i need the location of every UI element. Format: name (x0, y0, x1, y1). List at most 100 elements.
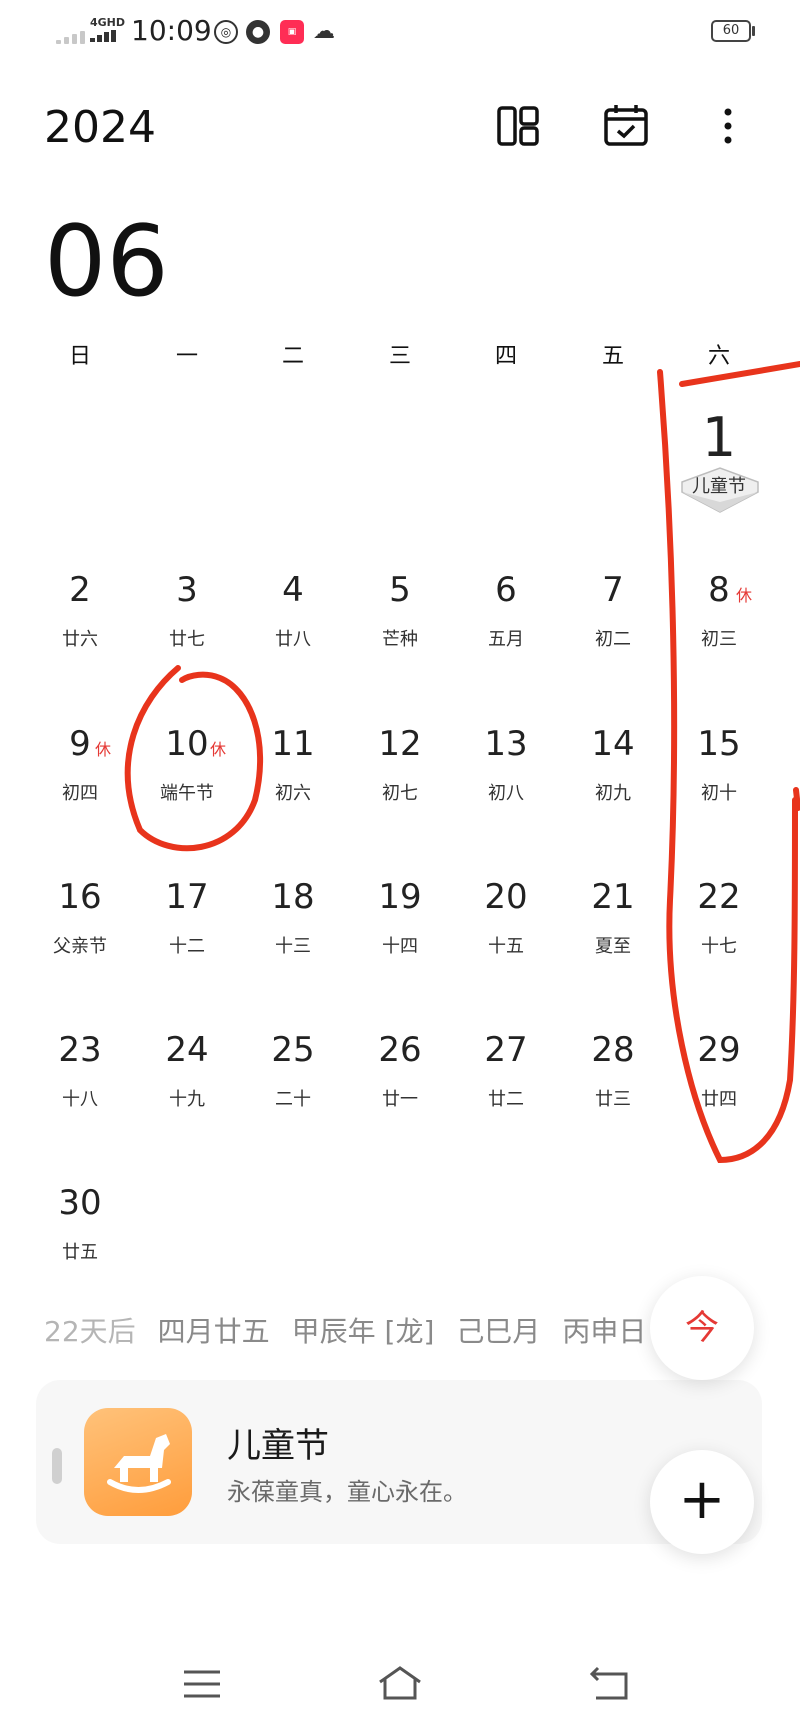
event-title: 儿童节 (227, 1426, 329, 1466)
day-number: 30 (58, 1183, 102, 1223)
day-cell-2[interactable]: 2 廿六 (27, 570, 133, 722)
day-number: 20 (484, 877, 528, 917)
day-cell-6[interactable]: 6 五月 (453, 570, 559, 722)
day-lunar: 初三 (701, 629, 737, 650)
rest-badge: 休 (95, 740, 112, 759)
day-cell-11[interactable]: 11 初六 (240, 724, 346, 876)
day-cell-22[interactable]: 22 十七 (666, 877, 772, 1029)
day-lunar: 父亲节 (53, 936, 107, 957)
countdown-text: 22天后 (44, 1315, 136, 1348)
day-lunar: 五月 (488, 629, 524, 650)
day-cell-28[interactable]: 28 廿三 (560, 1030, 666, 1182)
day-number: 1 (701, 406, 737, 469)
day-lunar: 初八 (488, 783, 524, 804)
month-title: 06 (44, 205, 169, 319)
add-event-button[interactable]: + (650, 1450, 754, 1554)
day-number: 8 (708, 570, 730, 610)
battery-tip (752, 26, 755, 36)
day-cell-20[interactable]: 20 十五 (453, 877, 559, 1029)
day-number: 29 (697, 1030, 741, 1070)
event-description: 永葆童真，童心永在。 (227, 1478, 467, 1506)
weekday-sat: 六 (707, 344, 730, 369)
day-cell-16[interactable]: 16 父亲节 (27, 877, 133, 1029)
day-cell-29[interactable]: 29 廿四 (666, 1030, 772, 1182)
day-lunar: 夏至 (595, 936, 631, 957)
day-cell-24[interactable]: 24 十九 (134, 1030, 240, 1182)
day-number: 9 (69, 724, 91, 764)
day-cell-26[interactable]: 26 廿一 (347, 1030, 453, 1182)
day-cell-9[interactable]: 9 休 初四 (27, 724, 133, 876)
day-cell-3[interactable]: 3 廿七 (134, 570, 240, 722)
annotation-right-mark (793, 787, 800, 811)
day-lunar: 十三 (275, 936, 311, 957)
day-cell-18[interactable]: 18 十三 (240, 877, 346, 1029)
day-lunar: 十四 (382, 936, 418, 957)
day-cell-1[interactable]: 1 儿童节 (666, 406, 772, 560)
day-lunar: 廿一 (382, 1089, 418, 1110)
calendar-check-icon[interactable] (602, 102, 650, 150)
day-cell-12[interactable]: 12 初七 (347, 724, 453, 876)
menu-icon[interactable] (178, 1660, 226, 1708)
day-number: 24 (165, 1030, 209, 1070)
day-cell-15[interactable]: 15 初十 (666, 724, 772, 876)
weekday-tue: 二 (281, 344, 304, 369)
day-lunar: 廿二 (488, 1089, 524, 1110)
ganzhi-day-text: 丙申日 (562, 1315, 647, 1348)
day-lunar: 初四 (62, 783, 98, 804)
day-lunar: 初九 (595, 783, 631, 804)
day-number: 15 (697, 724, 741, 764)
day-number: 28 (591, 1030, 635, 1070)
day-number: 23 (58, 1030, 102, 1070)
app-icon-3: ▣ (280, 20, 304, 44)
ganzhi-month-text: 己巳月 (456, 1315, 541, 1348)
day-cell-14[interactable]: 14 初九 (560, 724, 666, 876)
back-icon[interactable] (586, 1660, 634, 1708)
date-info-line: 22天后 四月廿五 甲辰年 [龙] 己巳月 丙申日 (44, 1310, 646, 1350)
day-number: 12 (378, 724, 422, 764)
network-label: 4GHD (90, 16, 126, 29)
day-lunar: 廿六 (62, 629, 98, 650)
status-time: 10:09 (131, 14, 212, 47)
day-number: 5 (389, 570, 411, 610)
day-number: 14 (591, 724, 635, 764)
home-icon[interactable] (376, 1660, 424, 1708)
day-number: 26 (378, 1030, 422, 1070)
lunar-date-text: 四月廿五 (157, 1315, 270, 1348)
weekday-thu: 四 (494, 344, 517, 369)
day-cell-5[interactable]: 5 芒种 (347, 570, 453, 722)
day-cell-10[interactable]: 10 休 端午节 (134, 724, 240, 876)
day-cell-8[interactable]: 8 休 初三 (666, 570, 772, 722)
weekday-fri: 五 (601, 344, 624, 369)
rocking-horse-icon (84, 1408, 192, 1516)
day-number: 17 (165, 877, 209, 917)
day-cell-21[interactable]: 21 夏至 (560, 877, 666, 1029)
day-cell-27[interactable]: 27 廿二 (453, 1030, 559, 1182)
more-icon[interactable] (704, 102, 752, 150)
day-lunar: 儿童节 (692, 476, 746, 497)
day-number: 21 (591, 877, 635, 917)
day-number: 19 (378, 877, 422, 917)
network-icon (90, 30, 126, 42)
day-lunar: 二十 (275, 1089, 311, 1110)
drag-handle[interactable] (52, 1448, 62, 1484)
today-button[interactable]: 今 (650, 1276, 754, 1380)
day-cell-19[interactable]: 19 十四 (347, 877, 453, 1029)
day-number: 7 (602, 570, 624, 610)
weekday-wed: 三 (388, 344, 411, 369)
ganzhi-year-text: 甲辰年 [龙] (291, 1315, 435, 1348)
cloud-icon: ☁ (313, 19, 335, 44)
day-cell-7[interactable]: 7 初二 (560, 570, 666, 722)
layout-icon[interactable] (494, 102, 542, 150)
day-lunar: 十五 (488, 936, 524, 957)
day-lunar: 初二 (595, 629, 631, 650)
day-lunar: 廿四 (701, 1089, 737, 1110)
day-lunar: 十二 (169, 936, 205, 957)
status-bar: 4GHD 10:09 ◎ ● ▣ ☁ 60 (0, 0, 800, 62)
day-cell-25[interactable]: 25 二十 (240, 1030, 346, 1182)
day-cell-23[interactable]: 23 十八 (27, 1030, 133, 1182)
day-cell-17[interactable]: 17 十二 (134, 877, 240, 1029)
day-cell-4[interactable]: 4 廿八 (240, 570, 346, 722)
year-title[interactable]: 2024 (44, 102, 156, 153)
day-cell-13[interactable]: 13 初八 (453, 724, 559, 876)
rest-badge: 休 (210, 740, 227, 759)
